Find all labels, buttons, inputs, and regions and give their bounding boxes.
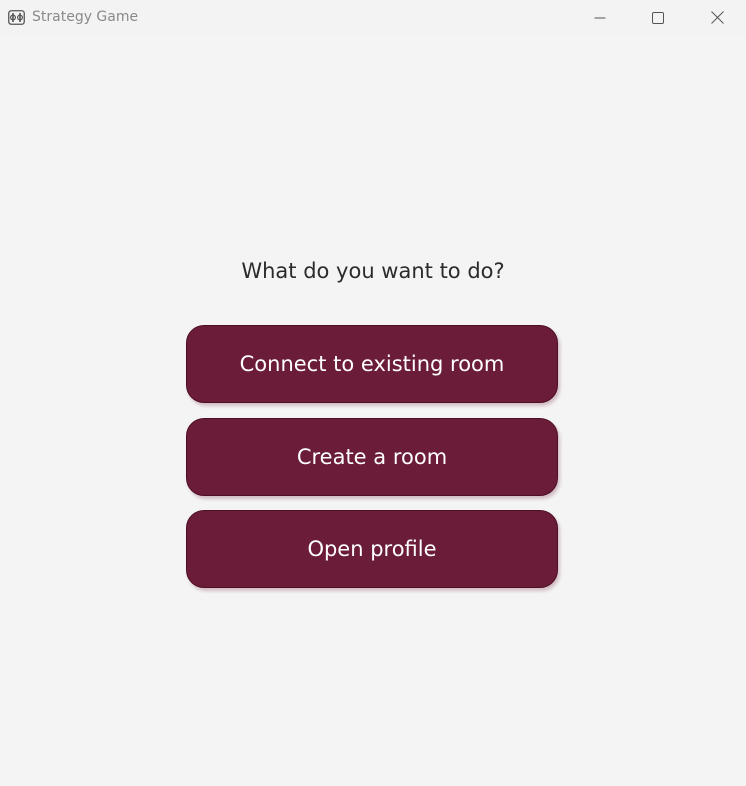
close-button[interactable]	[688, 0, 746, 36]
close-icon	[710, 9, 724, 28]
main-content: What do you want to do? Connect to exist…	[0, 36, 746, 786]
minimize-icon	[594, 9, 606, 28]
maximize-icon	[652, 9, 664, 28]
connect-to-existing-room-button[interactable]: Connect to existing room	[186, 325, 558, 403]
title-bar[interactable]: Strategy Game	[0, 0, 746, 36]
gamepad-icon	[8, 10, 25, 25]
create-room-button[interactable]: Create a room	[186, 418, 558, 496]
prompt-heading: What do you want to do?	[241, 259, 505, 283]
open-profile-button[interactable]: Open profile	[186, 510, 558, 588]
app-window: Strategy Game What do you want to do? Co…	[0, 0, 746, 786]
minimize-button[interactable]	[571, 0, 629, 36]
window-title: Strategy Game	[32, 9, 139, 25]
maximize-button[interactable]	[629, 0, 687, 36]
